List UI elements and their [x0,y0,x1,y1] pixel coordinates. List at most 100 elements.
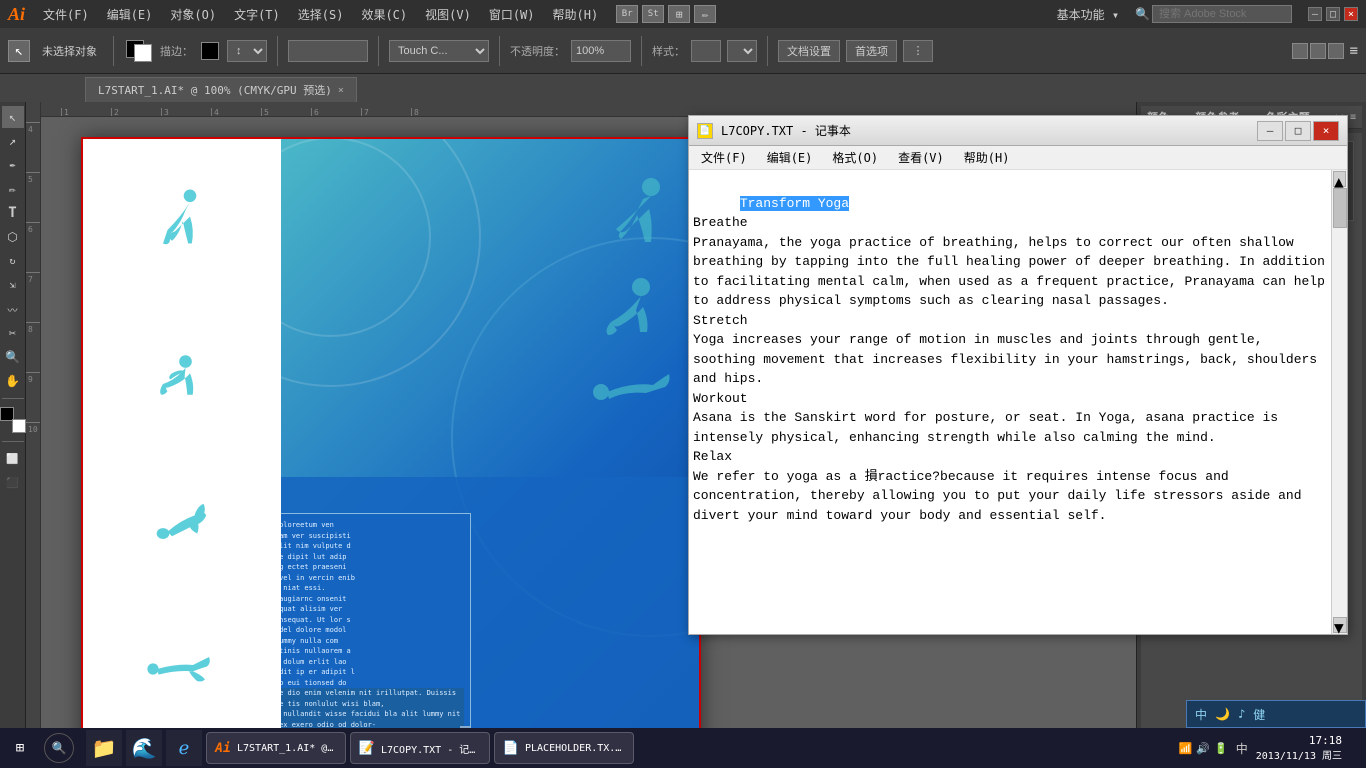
ruler-tick-v: 7 [26,272,40,322]
tool-pencil[interactable]: ✏ [2,178,24,200]
bridge-icon[interactable]: Br [616,5,638,23]
stock-icon[interactable]: St [642,5,664,23]
doc-tab-close-button[interactable]: × [338,85,344,96]
notepad-menu-view[interactable]: 查看(V) [890,147,952,168]
taskbar-notepad-app[interactable]: 📝 L7COPY.TXT - 记... [350,732,490,764]
tool-rotate[interactable]: ↻ [2,250,24,272]
stroke-color-swatch[interactable] [201,42,219,60]
start-button[interactable]: ⊞ [0,728,40,768]
taskbar-placeholder-app[interactable]: 📄 PLACEHOLDER.TX... [494,732,634,764]
ime-note-btn[interactable]: ♪ [1236,707,1247,721]
taskbar-file-explorer[interactable]: 📁 [86,730,122,766]
menu-window[interactable]: 窗口(W) [481,4,543,25]
document-tab[interactable]: L7START_1.AI* @ 100% (CMYK/GPU 预选) × [85,77,357,102]
taskbar-clock[interactable]: 17:18 2013/11/13 周三 [1256,734,1342,762]
preferences-button[interactable]: 首选项 [846,40,897,62]
fill-stroke-widget[interactable] [124,38,154,64]
tool-zoom[interactable]: 🔍 [2,346,24,368]
notepad-menu-format[interactable]: 格式(O) [824,147,886,168]
taskbar-browser[interactable]: 🌊 [126,730,162,766]
align-icon-1[interactable] [1292,43,1308,59]
artboard[interactable]: Num doloreetum ven esequam ver suscipist… [81,137,701,732]
pen-icon[interactable]: ✏ [694,5,716,23]
notepad-menu-edit[interactable]: 编辑(E) [759,147,821,168]
right-yoga-poses [581,167,681,451]
ime-chinese-btn[interactable]: 中 [1193,706,1209,723]
tool-direct-select[interactable]: ↗ [2,130,24,152]
tool-type[interactable]: T [2,202,24,224]
toolbar-sep-5 [641,36,642,66]
tool-hand[interactable]: ✋ [2,370,24,392]
tool-warp[interactable]: 〰 [2,298,24,320]
notepad-menu-file[interactable]: 文件(F) [693,147,755,168]
menu-view[interactable]: 视图(V) [417,4,479,25]
yoga-pose-1 [141,185,221,275]
taskbar: ⊞ 🔍 📁 🌊 ℯ Ai L7START_1.AI* @... 📝 L7COPY… [0,728,1366,768]
ai-close-button[interactable]: × [1344,7,1358,21]
style-swatch[interactable] [691,40,721,62]
ime-health-btn[interactable]: 健 [1251,706,1267,723]
tool-pen[interactable]: ✒ [2,154,24,176]
menu-text[interactable]: 文字(T) [226,4,288,25]
tool-shape[interactable]: ⬡ [2,226,24,248]
notepad-minimize-button[interactable]: — [1257,121,1283,141]
tool-draw-behind[interactable]: ⬛ [2,472,24,494]
tool-scissors[interactable]: ✂ [2,322,24,344]
scroll-up-button[interactable]: ▲ [1333,171,1346,187]
workspace-menu[interactable]: 基本功能 ▾ [1049,4,1127,25]
selection-tool-icon[interactable]: ↖ [8,40,30,62]
yoga-pose-2 [141,330,221,420]
left-toolbox: ↖ ↗ ✒ ✏ T ⬡ ↻ ⇲ 〰 ✂ 🔍 ✋ ⬜ ⬛ [0,102,26,768]
notepad-window[interactable]: 📄 L7COPY.TXT - 记事本 — □ × 文件(F) 编辑(E) 格式(… [688,115,1348,635]
ruler-tick-v: 8 [26,322,40,372]
tool-draw-normal[interactable]: ⬜ [2,448,24,470]
taskbar-search-button[interactable]: 🔍 [44,733,74,763]
network-icon[interactable]: 📶 [1179,742,1193,755]
stroke-dropdown[interactable]: ↕ [227,40,267,62]
menu-select[interactable]: 选择(S) [290,4,352,25]
notepad-scrollbar[interactable]: ▲ ▼ [1331,170,1347,634]
touch-select-dropdown[interactable]: Touch C... [389,40,489,62]
menu-effect[interactable]: 效果(C) [353,4,415,25]
opacity-input[interactable] [571,40,631,62]
notepad-app-icon: 📄 [697,123,713,139]
toolbar-menu-icon[interactable]: ≡ [1350,43,1358,59]
notepad-content[interactable]: Transform Yoga Breathe Pranayama, the yo… [689,170,1347,634]
align-icon-2[interactable] [1310,43,1326,59]
battery-icon[interactable]: 🔋 [1214,742,1228,755]
yoga-pose-3 [141,475,221,565]
menu-object[interactable]: 对象(O) [162,4,224,25]
ime-moon-btn[interactable]: 🌙 [1213,707,1232,721]
menu-help[interactable]: 帮助(H) [545,4,607,25]
menu-edit[interactable]: 编辑(E) [99,4,161,25]
ime-zh-indicator[interactable]: 中 [1236,740,1248,757]
tool-scale[interactable]: ⇲ [2,274,24,296]
panel-menu-icon[interactable]: ≡ [1350,112,1356,123]
scroll-down-button[interactable]: ▼ [1333,617,1347,633]
toolbox-fill-stroke[interactable] [0,407,26,433]
taskbar-ai-app[interactable]: Ai L7START_1.AI* @... [206,732,346,764]
stock-search-input[interactable] [1152,5,1292,23]
ruler-tick: 8 [411,108,461,116]
notepad-maximize-button[interactable]: □ [1285,121,1311,141]
volume-icon[interactable]: 🔊 [1196,742,1210,755]
notepad-close-button[interactable]: × [1313,121,1339,141]
stroke-width-input[interactable] [288,40,368,62]
artboard-textbox[interactable]: Num doloreetum ven esequam ver suscipist… [281,513,471,732]
doc-settings-button[interactable]: 文档设置 [778,40,840,62]
grid-icon[interactable]: ⊞ [668,5,690,23]
ruler-tick-v: 10 [26,422,40,472]
menu-file[interactable]: 文件(F) [35,4,97,25]
taskbar-edge[interactable]: ℯ [166,730,202,766]
notepad-highlighted-text: Transform Yoga [740,196,849,211]
arrange-button[interactable]: ⋮ [903,40,933,62]
align-icon-3[interactable] [1328,43,1344,59]
tool-separator [2,398,24,399]
ruler-tick: 3 [161,108,211,116]
notepad-menu-help[interactable]: 帮助(H) [956,147,1018,168]
scroll-thumb[interactable] [1333,188,1347,228]
ai-maximize-button[interactable]: □ [1326,7,1340,21]
tool-select[interactable]: ↖ [2,106,24,128]
style-dropdown[interactable]: ▾ [727,40,757,62]
ai-minimize-button[interactable]: — [1308,7,1322,21]
